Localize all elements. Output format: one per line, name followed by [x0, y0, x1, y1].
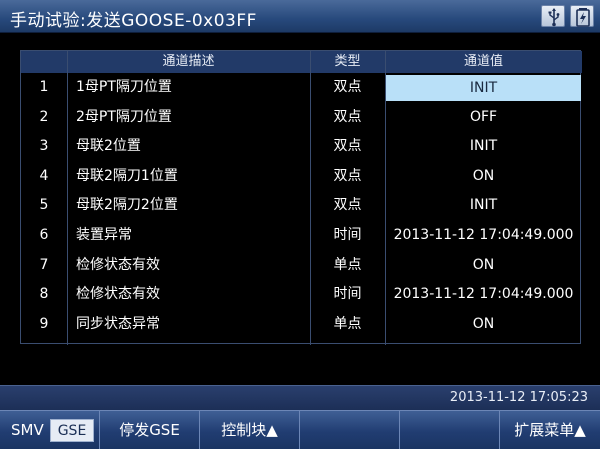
channel-description: 母联2隔刀1位置 — [76, 167, 178, 184]
channel-value[interactable]: INIT — [386, 75, 581, 101]
empty-menu-button[interactable] — [400, 411, 500, 449]
header-desc: 通道描述 — [67, 51, 310, 73]
row-index: 6 — [39, 227, 49, 243]
channel-description: 同步状态异常 — [76, 315, 160, 332]
table-row[interactable]: 9 同步状态异常 单点 ON — [21, 310, 582, 340]
channel-type: 时间 — [333, 286, 362, 303]
menu-bar: SMV GSE 停发GSE 控制块▲ 扩展菜单▲ — [0, 410, 600, 449]
channel-value[interactable]: OFF — [385, 103, 582, 133]
table-row[interactable]: 4 母联2隔刀1位置 双点 ON — [21, 162, 582, 192]
channel-description: 2母PT隔刀位置 — [76, 108, 172, 125]
gse-selected-label: GSE — [50, 419, 94, 442]
channel-type: 单点 — [333, 256, 362, 273]
channel-type: 双点 — [333, 108, 362, 125]
row-index: 5 — [39, 197, 49, 214]
channel-description: 母联2位置 — [76, 138, 141, 155]
row-index: 2 — [39, 108, 49, 125]
smv-gse-toggle-button[interactable]: SMV GSE — [0, 411, 100, 449]
channel-table: 通道描述 类型 通道值 1 1母PT隔刀位置 双点 INIT 2 2母PT隔刀位置 双点 OF… — [20, 50, 582, 345]
table-row[interactable]: 3 母联2位置 双点 INIT — [21, 132, 582, 162]
row-index: 9 — [39, 315, 49, 332]
status-bar: 2013-11-12 17:05:23 — [0, 385, 600, 410]
table-row[interactable]: 1 1母PT隔刀位置 双点 INIT — [21, 73, 582, 103]
channel-value[interactable]: INIT — [385, 191, 582, 221]
window-title: 手动试验:发送GOOSE-0x03FF — [10, 11, 257, 31]
control-block-menu-button[interactable]: 控制块▲ — [200, 411, 300, 449]
channel-description: 检修状态有效 — [76, 286, 160, 303]
table-row[interactable]: 2 2母PT隔刀位置 双点 OFF — [21, 103, 582, 133]
header-type: 类型 — [310, 51, 385, 73]
channel-value[interactable]: ON — [385, 162, 582, 192]
header-index — [21, 51, 67, 73]
row-index: 4 — [39, 167, 49, 184]
row-index: 7 — [39, 256, 49, 273]
channel-description: 装置异常 — [76, 227, 132, 243]
battery-icon — [570, 5, 594, 27]
row-index: 8 — [39, 286, 49, 303]
extend-menu-button[interactable]: 扩展菜单▲ — [500, 411, 600, 449]
channel-description: 检修状态有效 — [76, 256, 160, 273]
table-row[interactable]: 8 检修状态有效 时间 2013-11-12 17:04:49.000 — [21, 280, 582, 310]
table-row[interactable]: 6 装置异常 时间 2013-11-12 17:04:49.000 — [21, 221, 582, 251]
channel-type: 双点 — [333, 79, 362, 95]
channel-type: 双点 — [333, 197, 362, 214]
empty-menu-button[interactable] — [300, 411, 400, 449]
channel-type: 双点 — [333, 167, 362, 184]
stop-gse-button[interactable]: 停发GSE — [100, 411, 200, 449]
table-row[interactable]: 5 母联2隔刀2位置 双点 INIT — [21, 191, 582, 221]
channel-type: 单点 — [333, 315, 362, 332]
usb-icon — [541, 5, 565, 27]
channel-type: 时间 — [333, 227, 362, 243]
channel-description: 1母PT隔刀位置 — [76, 79, 172, 95]
row-index: 1 — [39, 79, 49, 95]
header-value: 通道值 — [385, 51, 582, 73]
channel-type: 双点 — [333, 138, 362, 155]
channel-value[interactable]: 2013-11-12 17:04:49.000 — [385, 221, 582, 251]
table-row[interactable]: 7 检修状态有效 单点 ON — [21, 251, 582, 281]
channel-value[interactable]: INIT — [385, 132, 582, 162]
title-bar: 手动试验:发送GOOSE-0x03FF — [0, 0, 600, 33]
channel-value[interactable]: ON — [385, 251, 582, 281]
channel-value[interactable]: 2013-11-12 17:04:49.000 — [385, 280, 582, 310]
channel-value[interactable]: ON — [385, 310, 582, 340]
row-index: 3 — [39, 138, 49, 155]
status-datetime: 2013-11-12 17:05:23 — [449, 390, 588, 405]
smv-label: SMV — [11, 421, 44, 439]
channel-description: 母联2隔刀2位置 — [76, 197, 178, 214]
